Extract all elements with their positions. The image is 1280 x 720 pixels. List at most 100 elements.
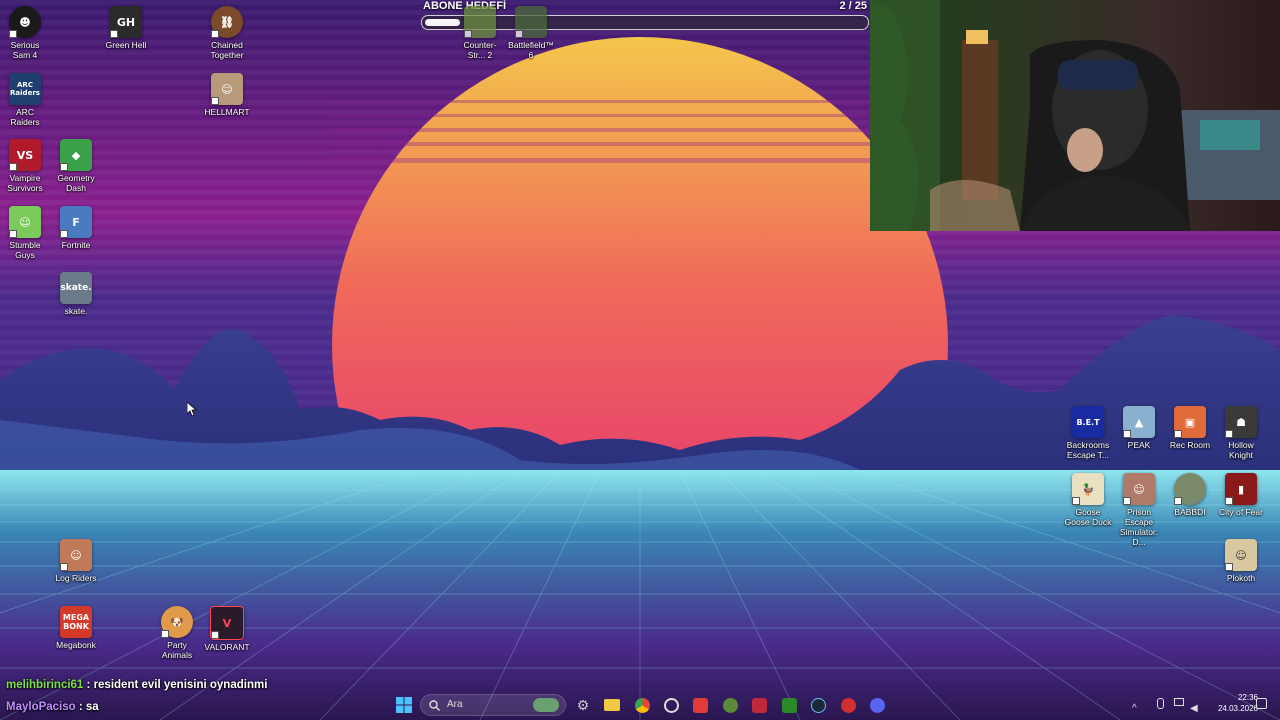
- speaker-icon: ◀: [1190, 703, 1198, 714]
- skate-icon: skate.: [60, 272, 92, 304]
- desktop-icon-label: Plokoth: [1226, 573, 1256, 583]
- gear-icon: ⚙: [576, 696, 590, 713]
- desktop-icon-label: Prison Escape Simulator: D...: [1119, 507, 1159, 547]
- desktop-icon-label: Megabonk: [56, 640, 96, 650]
- green-hell-icon: GH: [110, 6, 142, 38]
- tray-microphone[interactable]: [1154, 698, 1166, 710]
- battlefield-icon: [515, 6, 547, 38]
- taskbar-obs[interactable]: [661, 695, 681, 715]
- babbdi-icon: [1174, 473, 1206, 505]
- prison-escape-icon: ☺: [1123, 473, 1155, 505]
- desktop-icon-vampire-survivors[interactable]: VS Vampire Survivors: [1, 139, 49, 193]
- desktop-icon-backrooms[interactable]: B.E.T Backrooms Escape T...: [1064, 406, 1112, 460]
- desktop-icon-serious-sam[interactable]: ☻ Serious Sam 4: [1, 6, 49, 60]
- subscriber-goal-fill: [425, 19, 461, 26]
- desktop-icon-hollow-knight[interactable]: ☗ Hollow Knight: [1217, 406, 1265, 460]
- serious-sam-icon: ☻: [9, 6, 41, 38]
- desktop-icon-label: Log Riders: [55, 573, 97, 583]
- arc-raiders-icon: ARC Raiders: [9, 73, 41, 105]
- desktop-icon-peak[interactable]: ▲ PEAK: [1115, 406, 1163, 450]
- tray-volume[interactable]: ◀: [1190, 698, 1202, 714]
- tray-overflow-button[interactable]: ^: [1132, 698, 1144, 714]
- goose-icon: 🦆: [1072, 473, 1104, 505]
- desktop-icon-label: Green Hell: [105, 40, 147, 50]
- mouse-cursor-icon: [187, 402, 197, 417]
- desktop-icon-label: Geometry Dash: [57, 173, 95, 193]
- desktop-icon-label: Battlefield™ 6: [508, 40, 554, 60]
- valorant-icon: V: [210, 606, 244, 640]
- desktop-icon-babbdi[interactable]: BABBDI: [1166, 473, 1214, 517]
- counter-strike-icon: [464, 6, 496, 38]
- start-button[interactable]: [394, 695, 414, 715]
- desktop-icon-label: Backrooms Escape T...: [1066, 440, 1110, 460]
- search-placeholder: Ara: [447, 699, 463, 710]
- hollow-knight-icon: ☗: [1225, 406, 1257, 438]
- taskbar-discord[interactable]: [867, 695, 887, 715]
- desktop-icon-fortnite[interactable]: F Fortnite: [52, 206, 100, 250]
- desktop-icon-skate[interactable]: skate. skate.: [52, 272, 100, 316]
- tray-notifications[interactable]: [1256, 698, 1268, 710]
- controller-icon: [751, 697, 767, 713]
- fortnite-icon: F: [60, 206, 92, 238]
- taskbar-steam[interactable]: [808, 695, 828, 715]
- taskbar-settings[interactable]: ⚙: [573, 695, 593, 715]
- desktop-icon-rec-room[interactable]: ▣ Rec Room: [1166, 406, 1214, 450]
- taskbar-xbox-app[interactable]: [779, 695, 799, 715]
- taskbar-search-input[interactable]: Ara: [420, 694, 566, 716]
- network-icon: [1174, 698, 1184, 706]
- desktop-icon-geometry-dash[interactable]: ◆ Geometry Dash: [52, 139, 100, 193]
- desktop-icon-prison-escape[interactable]: ☺ Prison Escape Simulator: D...: [1115, 473, 1163, 547]
- tray-network[interactable]: [1174, 698, 1186, 710]
- desktop-icon-label: VALORANT: [204, 642, 250, 652]
- desktop-icon-label: Vampire Survivors: [7, 173, 43, 193]
- chevron-up-icon: ^: [1132, 703, 1137, 714]
- desktop-icon-green-hell[interactable]: GH Green Hell: [102, 6, 150, 50]
- desktop-icon-label: ARC Raiders: [10, 107, 40, 127]
- taskbar-xbox[interactable]: [720, 695, 740, 715]
- desktop-icon-chained-together[interactable]: ⛓ Chained Together: [203, 6, 251, 60]
- desktop-icon-arc-raiders[interactable]: ARC Raiders ARC Raiders: [1, 73, 49, 127]
- rec-room-icon: ▣: [1174, 406, 1206, 438]
- desktop-icon-party-animals[interactable]: 🐶 Party Animals: [153, 606, 201, 660]
- taskbar-clock[interactable]: 22:36 24.03.2026: [1218, 692, 1258, 714]
- record-icon: [692, 697, 708, 713]
- xbox-icon: [722, 697, 738, 713]
- taskbar: Ara ⚙ ^ ◀ 22:36 24.03.2026: [0, 690, 1280, 720]
- hellmart-icon: ☺: [211, 73, 243, 105]
- desktop-icon-label: skate.: [64, 306, 88, 316]
- desktop-icon-label: Stumble Guys: [9, 240, 41, 260]
- desktop-icon-label: Fortnite: [61, 240, 91, 250]
- folder-icon: [604, 699, 620, 711]
- search-highlight-icon: [533, 698, 559, 712]
- plokoth-icon: ☺: [1225, 539, 1257, 571]
- desktop-icon-log-riders[interactable]: ☺ Log Riders: [52, 539, 100, 583]
- clock-time: 22:36: [1237, 693, 1258, 702]
- desktop-icon-goose-goose-duck[interactable]: 🦆 Goose Goose Duck: [1064, 473, 1112, 527]
- taskbar-app-red[interactable]: [690, 695, 710, 715]
- search-icon: [429, 700, 440, 711]
- taskbar-app-game[interactable]: [838, 695, 858, 715]
- desktop-icon-megabonk[interactable]: MEGA BONK Megabonk: [52, 606, 100, 650]
- geometry-dash-icon: ◆: [60, 139, 92, 171]
- webcam-overlay: [870, 0, 1280, 231]
- megabonk-icon: MEGA BONK: [60, 606, 92, 638]
- xbox-app-icon: [781, 697, 797, 713]
- taskbar-file-explorer[interactable]: [602, 695, 622, 715]
- desktop-icon-plokoth[interactable]: ☺ Plokoth: [1217, 539, 1265, 583]
- desktop-icon-counter-strike[interactable]: Counter-Str... 2: [456, 6, 504, 60]
- taskbar-app-controller[interactable]: [749, 695, 769, 715]
- desktop-icon-valorant[interactable]: V VALORANT: [203, 606, 251, 652]
- windows-logo-icon: [396, 697, 412, 713]
- vampire-survivors-icon: VS: [9, 139, 41, 171]
- desktop-icon-label: Serious Sam 4: [10, 40, 40, 60]
- backrooms-icon: B.E.T: [1072, 406, 1104, 438]
- taskbar-chrome[interactable]: [632, 695, 652, 715]
- city-of-fear-icon: ▮: [1225, 473, 1257, 505]
- game-launcher-icon: [840, 697, 856, 713]
- desktop-icon-battlefield[interactable]: Battlefield™ 6: [507, 6, 555, 60]
- desktop-icon-city-of-fear[interactable]: ▮ City of Fear: [1217, 473, 1265, 517]
- desktop-icon-label: BABBDI: [1174, 507, 1206, 517]
- desktop-icon-hellmart[interactable]: ☺ HELLMART: [203, 73, 251, 117]
- desktop-icon-stumble-guys[interactable]: ☺ Stumble Guys: [1, 206, 49, 260]
- steam-icon: [810, 697, 826, 713]
